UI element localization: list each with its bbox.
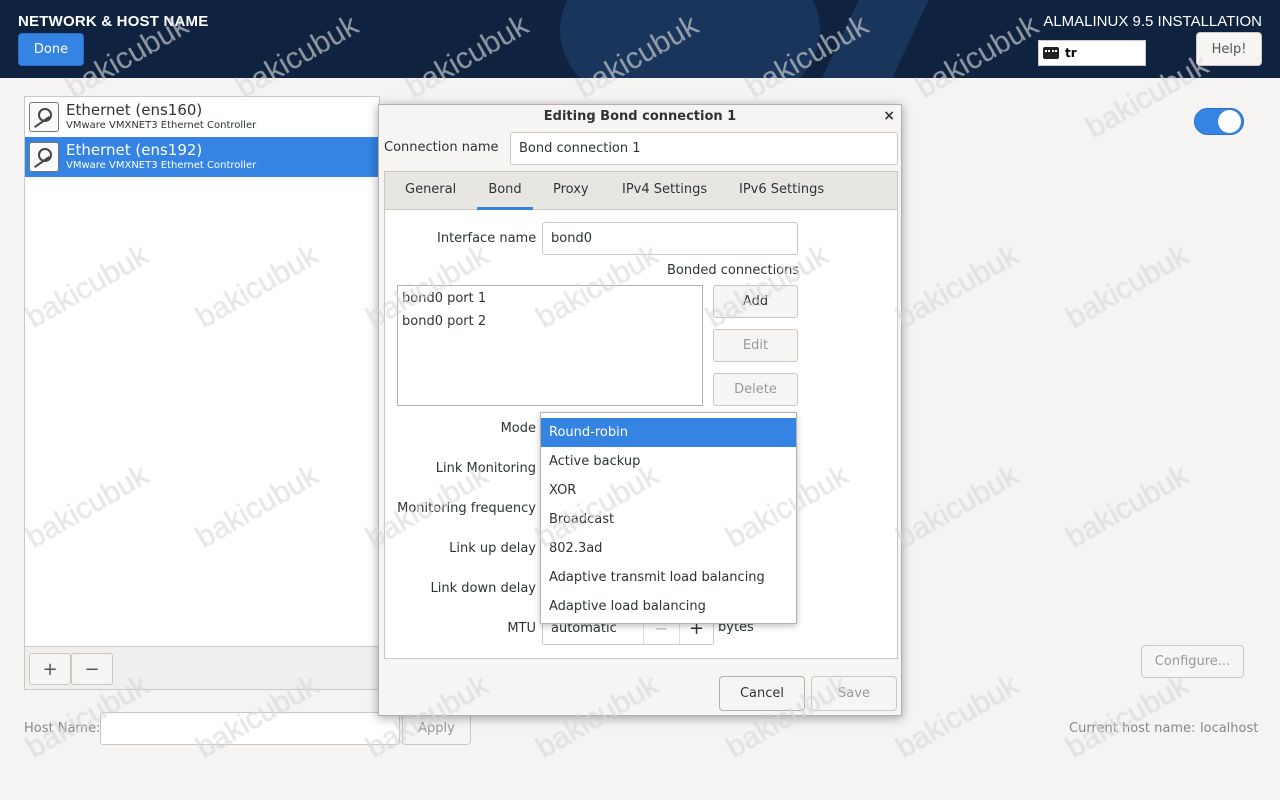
- interface-description: VMware VMXNET3 Ethernet Controller: [66, 160, 257, 171]
- connection-name-label: Connection name: [384, 140, 499, 155]
- page-title: NETWORK & HOST NAME: [18, 13, 209, 30]
- interface-name: Ethernet (ens160): [66, 101, 203, 119]
- interface-toggle-switch[interactable]: [1194, 108, 1244, 135]
- watermark: bakicubuk: [890, 238, 1025, 335]
- interface-list: Ethernet (ens160) VMware VMXNET3 Etherne…: [24, 96, 381, 690]
- interface-description: VMware VMXNET3 Ethernet Controller: [66, 120, 257, 131]
- interface-name: Ethernet (ens192): [66, 141, 203, 159]
- cancel-button[interactable]: Cancel: [719, 676, 805, 711]
- watermark: bakicubuk: [1060, 668, 1195, 765]
- mode-option-adaptive-lb[interactable]: Adaptive load balancing: [541, 592, 796, 621]
- interface-name-label: Interface name: [437, 231, 537, 246]
- save-button[interactable]: Save: [811, 676, 897, 711]
- current-host-name-value: localhost: [1200, 721, 1259, 736]
- remove-interface-button[interactable]: −: [71, 653, 113, 685]
- installation-title: ALMALINUX 9.5 INSTALLATION: [1043, 13, 1262, 30]
- tab-ipv6-settings[interactable]: IPv6 Settings: [735, 172, 828, 210]
- dialog-title: Editing Bond connection 1: [543, 109, 737, 124]
- network-wired-icon: [29, 102, 59, 132]
- interface-text: Ethernet (ens192) VMware VMXNET3 Etherne…: [66, 142, 256, 172]
- close-icon[interactable]: ×: [883, 108, 895, 124]
- done-button[interactable]: Done: [18, 33, 84, 66]
- keyboard-icon: [1043, 47, 1059, 59]
- current-host-name-label: Current host name:: [1069, 721, 1196, 736]
- tab-bar: General Bond Proxy IPv4 Settings IPv6 Se…: [385, 172, 897, 210]
- connection-name-input[interactable]: Bond connection 1: [510, 132, 898, 165]
- mtu-label: MTU: [507, 621, 536, 636]
- edit-button[interactable]: Edit: [713, 329, 798, 362]
- mode-option-xor[interactable]: XOR: [541, 476, 796, 505]
- mode-option-adaptive-transmit-lb[interactable]: Adaptive transmit load balancing: [541, 563, 796, 592]
- bonded-connections-list: bond0 port 1 bond0 port 2: [397, 285, 703, 406]
- mode-option-802-3ad[interactable]: 802.3ad: [541, 534, 796, 563]
- interface-item-ens160[interactable]: Ethernet (ens160) VMware VMXNET3 Etherne…: [25, 97, 381, 137]
- keyboard-layout-value: tr: [1065, 46, 1077, 60]
- host-name-input[interactable]: [100, 712, 400, 745]
- help-button[interactable]: Help!: [1196, 32, 1262, 66]
- link-down-delay-label: Link down delay: [430, 581, 537, 596]
- watermark: bakicubuk: [1060, 238, 1195, 335]
- tab-general[interactable]: General: [401, 172, 460, 210]
- tab-bond[interactable]: Bond: [477, 172, 533, 210]
- interface-name-input[interactable]: bond0: [542, 222, 798, 255]
- link-up-delay-label: Link up delay: [449, 541, 536, 556]
- apply-button[interactable]: Apply: [402, 712, 471, 745]
- host-name-label: Host Name:: [24, 721, 101, 736]
- mode-option-round-robin[interactable]: Round-robin: [541, 418, 796, 447]
- bonded-connections-label: Bonded connections: [667, 263, 800, 278]
- keyboard-layout-indicator[interactable]: tr: [1038, 40, 1146, 66]
- list-item[interactable]: bond0 port 1: [402, 289, 698, 312]
- interface-list-toolbar: + −: [24, 646, 380, 690]
- watermark: bakicubuk: [890, 668, 1025, 765]
- configure-button[interactable]: Configure...: [1141, 645, 1244, 678]
- link-monitoring-label: Link Monitoring: [435, 461, 536, 476]
- watermark: bakicubuk: [890, 458, 1025, 555]
- interface-item-ens192[interactable]: Ethernet (ens192) VMware VMXNET3 Etherne…: [25, 137, 381, 177]
- add-button[interactable]: Add: [713, 285, 798, 318]
- mode-option-broadcast[interactable]: Broadcast: [541, 505, 796, 534]
- list-item[interactable]: bond0 port 2: [402, 312, 698, 335]
- tab-proxy[interactable]: Proxy: [549, 172, 593, 210]
- interface-text: Ethernet (ens160) VMware VMXNET3 Etherne…: [66, 102, 256, 132]
- tab-ipv4-settings[interactable]: IPv4 Settings: [618, 172, 711, 210]
- monitoring-frequency-label: Monitoring frequency: [397, 501, 536, 516]
- mode-option-active-backup[interactable]: Active backup: [541, 447, 796, 476]
- mode-label: Mode: [500, 421, 536, 436]
- header-decoration-stripe: [802, 0, 948, 78]
- header-decoration: [560, 0, 820, 78]
- network-wired-icon: [29, 142, 59, 172]
- delete-button[interactable]: Delete: [713, 373, 798, 406]
- top-bar: NETWORK & HOST NAME Done ALMALINUX 9.5 I…: [0, 0, 1280, 78]
- watermark: bakicubuk: [1060, 458, 1195, 555]
- add-interface-button[interactable]: +: [29, 653, 71, 685]
- mode-dropdown-menu: Round-robin Active backup XOR Broadcast …: [540, 412, 797, 624]
- edit-bond-dialog: Editing Bond connection 1 × Connection n…: [378, 104, 902, 716]
